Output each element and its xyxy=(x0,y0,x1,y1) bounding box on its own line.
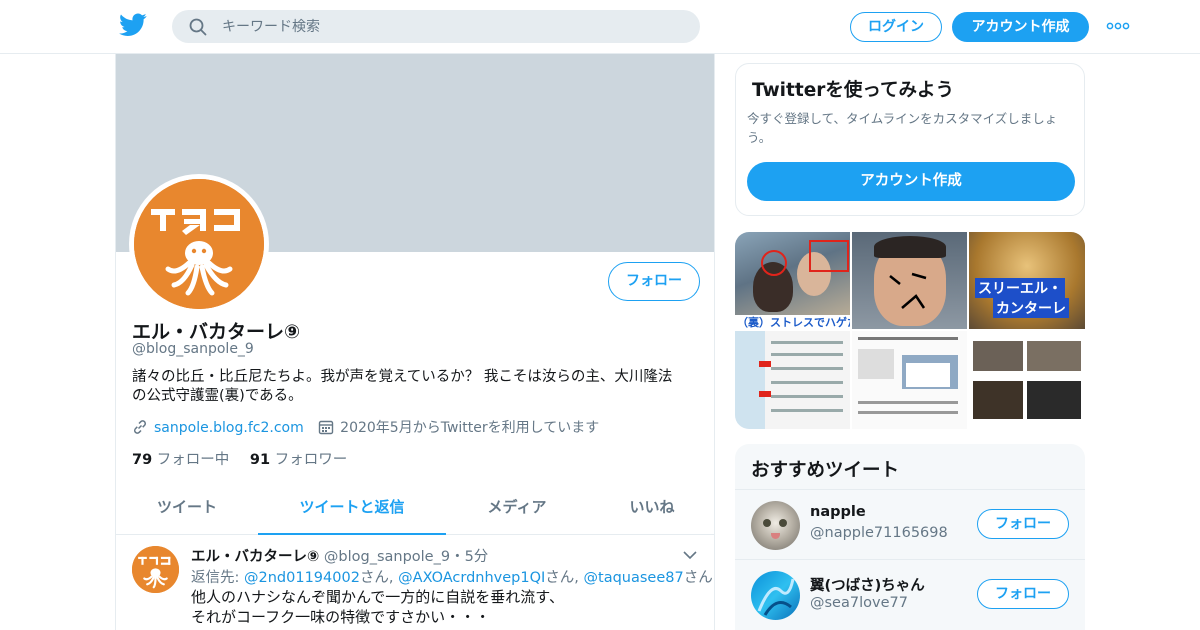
media-thumb-3[interactable]: スリーエル・ カンターレ xyxy=(969,232,1085,329)
tweet-header: エル・バカターレ⑨ @blog_sanpole_9・5分 xyxy=(191,545,488,566)
signup-desc-line-1: 今すぐ登録して、タイムラインをカスタマイズしましょ xyxy=(747,111,1058,126)
signup-button[interactable]: アカウント作成 xyxy=(952,12,1089,42)
tab-tweets[interactable]: ツイート xyxy=(116,484,258,535)
octopus-logo-icon xyxy=(134,179,264,309)
search-input[interactable] xyxy=(222,10,682,43)
tab-tweets-and-replies[interactable]: ツイートと返信 xyxy=(258,484,446,535)
profile-column: フォロー エル・バカターレ⑨ @blog_sanpole_9 諸々の比丘・比丘尼… xyxy=(115,54,715,630)
signup-card-title: Twitterを使ってみよう xyxy=(752,80,954,101)
followers-label[interactable]: フォロワー xyxy=(275,452,348,468)
search-box[interactable] xyxy=(172,10,700,43)
tweet-text: 他人のハナシなんぞ聞かんで一方的に自説を垂れ流す、 それがコーフク一味の特徴です… xyxy=(191,587,564,627)
media-thumb-1[interactable]: （裏）ストレスでハゲた～ xyxy=(735,232,850,329)
following-label[interactable]: フォロー中 xyxy=(157,452,230,468)
recommended-panel: おすすめツイート napple @napple71165698 フォロー 翼(つ… xyxy=(735,444,1085,630)
twitter-bird-icon[interactable] xyxy=(119,13,147,37)
recommended-name[interactable]: 翼(つばさ)ちゃん xyxy=(810,574,925,595)
signup-card: Twitterを使ってみよう 今すぐ登録して、タイムラインをカスタマイズしましょ… xyxy=(735,63,1085,216)
tweet-handle-time[interactable]: @blog_sanpole_9・5分 xyxy=(324,549,488,565)
signup-card-description: 今すぐ登録して、タイムラインをカスタマイズしましょ う。 xyxy=(747,109,1077,147)
media-caption-1: （裏）ストレスでハゲた～ xyxy=(737,316,850,329)
follow-button[interactable]: フォロー xyxy=(608,262,700,301)
search-icon xyxy=(189,18,207,36)
octopus-logo-icon xyxy=(132,546,179,593)
joined-date: 2020年5月からTwitterを利用しています xyxy=(340,420,600,436)
recommended-title: おすすめツイート xyxy=(751,460,900,481)
profile-avatar[interactable] xyxy=(129,174,269,314)
profile-stats: 79 フォロー中 91 フォロワー xyxy=(132,448,363,469)
profile-tabs: ツイート ツイートと返信 メディア いいね xyxy=(116,484,714,535)
following-count[interactable]: 79 xyxy=(132,452,152,468)
media-thumb-6[interactable] xyxy=(969,331,1085,429)
media-thumb-2[interactable] xyxy=(852,232,967,329)
follow-button[interactable]: フォロー xyxy=(977,579,1069,609)
signup-card-button[interactable]: アカウント作成 xyxy=(747,162,1075,201)
follow-button[interactable]: フォロー xyxy=(977,509,1069,539)
reply-suffix-1: さん, xyxy=(359,570,394,586)
reply-to-line: 返信先: @2nd01194002さん, @AXOAcrdnhvep1QIさん,… xyxy=(191,566,713,587)
recommended-handle[interactable]: @napple71165698 xyxy=(810,525,948,541)
media-grid: （裏）ストレスでハゲた～ スリーエル・ カンターレ xyxy=(735,232,1085,429)
recommended-handle[interactable]: @sea7love77 xyxy=(810,595,908,611)
profile-meta: sanpole.blog.fc2.com 2020年5月からTwitterを利用… xyxy=(132,417,599,437)
recommended-item[interactable]: napple @napple71165698 フォロー xyxy=(735,489,1085,558)
tab-media[interactable]: メディア xyxy=(446,484,588,535)
reply-mention-2[interactable]: @AXOAcrdnhvep1QI xyxy=(398,570,545,586)
tweet-avatar[interactable] xyxy=(132,546,179,593)
bio-line-1: 諸々の比丘・比丘尼たちよ。我が声を覚えているか？ 我こそは汝らの主、大川隆法 xyxy=(132,369,673,385)
profile-handle: @blog_sanpole_9 xyxy=(132,341,254,357)
tab-likes[interactable]: いいね xyxy=(588,484,714,535)
chevron-down-icon[interactable] xyxy=(682,550,698,560)
login-button[interactable]: ログイン xyxy=(850,12,942,42)
link-icon xyxy=(134,420,146,434)
recommended-name[interactable]: napple xyxy=(810,504,866,520)
avatar[interactable] xyxy=(751,501,800,550)
bio-line-2: の公式守護霊(裏)である。 xyxy=(132,388,303,404)
followers-count[interactable]: 91 xyxy=(250,452,270,468)
media-caption-3b: カンターレ xyxy=(993,298,1069,318)
more-options-icon[interactable] xyxy=(1106,19,1130,33)
reply-suffix-3: さん xyxy=(683,570,713,586)
avatar-image xyxy=(134,179,264,309)
reply-mention-1[interactable]: @2nd01194002 xyxy=(244,570,360,586)
calendar-icon xyxy=(318,420,334,435)
tweet-line-1: 他人のハナシなんぞ聞かんで一方的に自説を垂れ流す、 xyxy=(191,588,565,606)
media-thumb-4[interactable] xyxy=(735,331,850,429)
media-caption-3a: スリーエル・ xyxy=(975,278,1065,298)
tweet-author-name[interactable]: エル・バカターレ⑨ xyxy=(191,549,319,565)
reply-suffix-2: さん, xyxy=(545,570,579,586)
tweet-item[interactable]: エル・バカターレ⑨ @blog_sanpole_9・5分 返信先: @2nd01… xyxy=(116,536,714,630)
top-navigation-bar: ログイン アカウント作成 xyxy=(0,0,1200,54)
media-thumb-5[interactable] xyxy=(852,331,967,429)
profile-display-name: エル・バカターレ⑨ xyxy=(132,321,301,343)
reply-mention-3[interactable]: @taquasee87 xyxy=(584,570,684,586)
profile-bio: 諸々の比丘・比丘尼たちよ。我が声を覚えているか？ 我こそは汝らの主、大川隆法 の… xyxy=(132,368,702,406)
recommended-item[interactable]: 翼(つばさ)ちゃん @sea7love77 フォロー xyxy=(735,559,1085,628)
signup-desc-line-2: う。 xyxy=(747,130,772,145)
avatar[interactable] xyxy=(751,571,800,620)
reply-prefix: 返信先: xyxy=(191,570,240,586)
profile-url-link[interactable]: sanpole.blog.fc2.com xyxy=(154,420,304,436)
tweet-line-2: それがコーフク一味の特徴ですさかい・・・ xyxy=(191,608,491,626)
